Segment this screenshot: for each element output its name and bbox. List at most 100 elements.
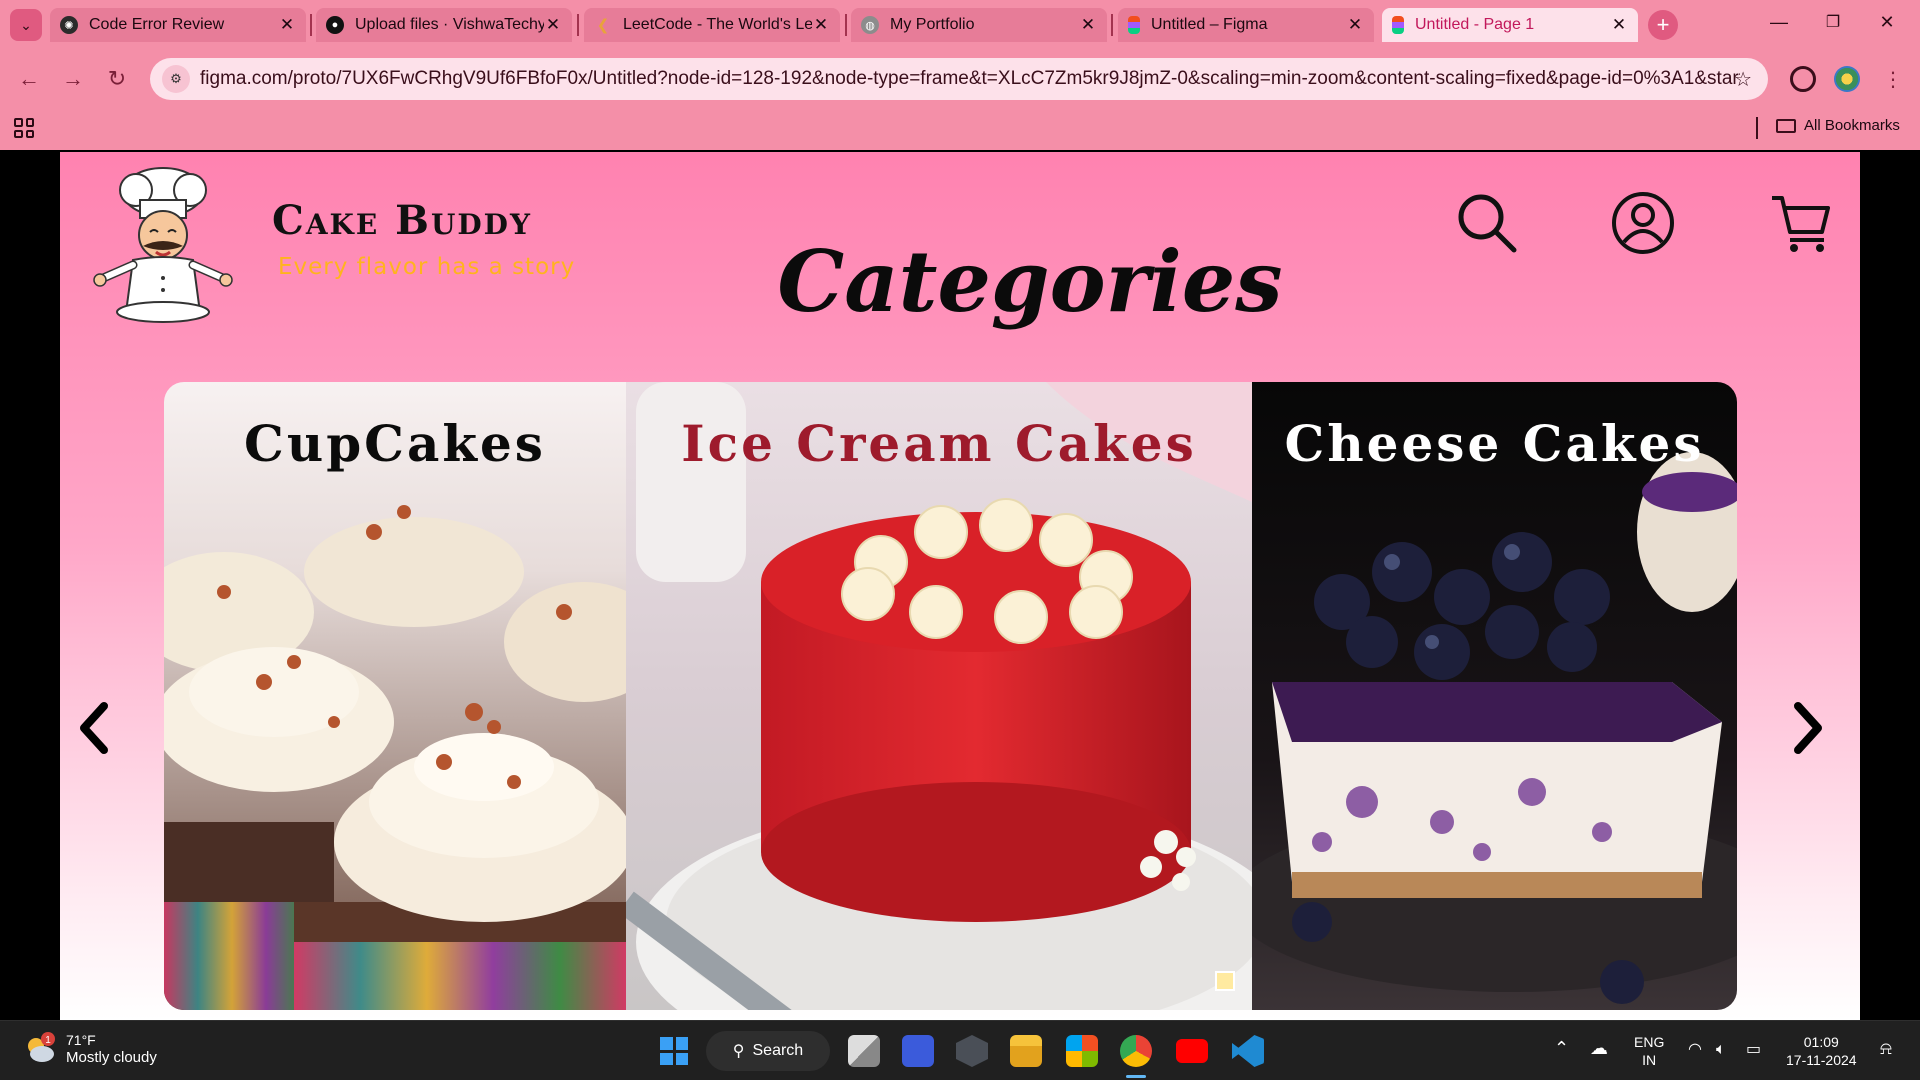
active-app-indicator [1126, 1075, 1146, 1078]
cheesecake-image [1252, 382, 1737, 1010]
tab-title: Untitled - Page 1 [1415, 16, 1535, 33]
carousel-prev-arrow-icon[interactable] [74, 700, 114, 756]
arrow-right-icon: → [62, 66, 84, 91]
user-icon[interactable] [1610, 190, 1676, 256]
tab-title: LeetCode - The World's Le [623, 16, 812, 33]
ice-cream-cake-image [626, 382, 1252, 1010]
weather-description: Mostly cloudy [66, 1049, 157, 1066]
close-icon[interactable]: ✕ [1610, 15, 1628, 35]
language-indicator[interactable]: ENG IN [1634, 1033, 1664, 1069]
github-icon: ● [326, 16, 344, 34]
category-card-cupcakes[interactable]: CupCakes [164, 382, 626, 1010]
brand-tagline: Every flavor has a story [278, 254, 576, 280]
region-code: IN [1642, 1052, 1657, 1068]
close-icon[interactable]: ✕ [1079, 15, 1097, 35]
carousel-next-arrow-icon[interactable] [1788, 700, 1828, 756]
taskbar-search-label: Search [752, 1042, 804, 1059]
tab-upload-files[interactable]: ● Upload files · VishwaTechy/ ✕ [316, 8, 572, 42]
category-card-cheese-cakes[interactable]: Cheese Cakes [1252, 382, 1737, 1010]
bookmarks-bar: All Bookmarks [0, 108, 1920, 150]
new-tab-button[interactable]: + [1648, 10, 1678, 40]
tab-untitled-page-1[interactable]: Untitled - Page 1 ✕ [1382, 8, 1638, 42]
copilot-app-icon[interactable] [902, 1035, 934, 1067]
category-label: Ice Cream Cakes [681, 414, 1197, 473]
category-carousel: CupCakes Ice Cream Cakes Cheese Cakes [164, 382, 1737, 1010]
browser-menu-button[interactable]: ⋮ [1878, 64, 1908, 94]
all-bookmarks-label: All Bookmarks [1804, 117, 1900, 134]
forward-button[interactable]: → [58, 64, 88, 94]
tab-search-button[interactable]: ⌄ [10, 9, 42, 41]
volume-icon[interactable]: 🔈︎ [1716, 1041, 1726, 1059]
category-label: Cheese Cakes [1284, 414, 1705, 473]
back-button[interactable]: ← [14, 64, 44, 94]
minimize-button[interactable]: — [1764, 12, 1794, 33]
clock[interactable]: 01:09 17-11-2024 [1786, 1033, 1857, 1069]
wifi-icon[interactable]: ◠ [1688, 1041, 1702, 1059]
clock-time: 01:09 [1803, 1034, 1839, 1050]
tab-leetcode[interactable]: ❮ LeetCode - The World's Le ✕ [584, 8, 840, 42]
figma-icon [1392, 16, 1404, 34]
taskbar: 1 71°F Mostly cloudy ⚲ Search ⌃ ☁ ENG IN… [0, 1020, 1920, 1080]
prototype-frame: Cake Buddy Every flavor has a story Cate… [60, 152, 1860, 1020]
windows-start-icon[interactable] [658, 1035, 690, 1067]
battery-icon[interactable]: ▭ [1746, 1041, 1761, 1059]
chevron-down-icon: ⌄ [20, 16, 32, 33]
kebab-menu-icon: ⋮ [1883, 68, 1903, 91]
tab-figma[interactable]: Untitled – Figma ✕ [1118, 8, 1374, 42]
close-icon[interactable]: ✕ [1346, 15, 1364, 35]
onedrive-cloud-icon[interactable]: ☁ [1590, 1039, 1608, 1057]
close-icon[interactable]: ✕ [544, 15, 562, 35]
language-code: ENG [1634, 1034, 1665, 1050]
microsoft-store-icon[interactable] [1066, 1035, 1098, 1067]
cart-icon[interactable] [1768, 190, 1834, 256]
search-icon[interactable] [1454, 190, 1520, 256]
extension-icon[interactable] [1790, 66, 1816, 92]
cloudy-weather-icon: 1 [28, 1032, 55, 1062]
tab-code-error-review[interactable]: ✺ Code Error Review ✕ [50, 8, 306, 42]
youtube-icon[interactable] [1176, 1039, 1208, 1063]
notifications-bell-icon[interactable]: ⍾ [1880, 1039, 1892, 1057]
restore-button[interactable]: ❐ [1818, 12, 1848, 32]
profile-avatar[interactable] [1834, 66, 1860, 92]
weather-widget[interactable]: 1 71°F Mostly cloudy [22, 1031, 157, 1067]
tab-title: Upload files · VishwaTechy/ [355, 16, 544, 33]
bookmarks-divider [1756, 117, 1758, 139]
reload-button[interactable]: ↻ [102, 64, 132, 94]
chevron-up-icon[interactable]: ⌃ [1554, 1039, 1569, 1057]
search-icon: ⚲ [732, 1043, 745, 1060]
apps-grid-icon[interactable] [14, 118, 34, 138]
bookmark-star-icon[interactable]: ☆ [1734, 67, 1752, 92]
browser-toolbar: ← → ↻ ⚙ figma.com/proto/7UX6FwCRhgV9Uf6F… [0, 50, 1920, 108]
chef-mascot-logo [93, 167, 233, 323]
file-explorer-icon[interactable] [1010, 1035, 1042, 1067]
tab-title: Untitled – Figma [1151, 16, 1268, 33]
tab-strip: ⌄ ✺ Code Error Review ✕ ● Upload files ·… [0, 0, 1920, 50]
close-icon[interactable]: ✕ [812, 15, 830, 35]
leetcode-icon: ❮ [596, 17, 610, 34]
site-info-icon[interactable]: ⚙ [162, 65, 190, 93]
tab-divider [577, 14, 579, 36]
chrome-icon[interactable] [1120, 1035, 1152, 1067]
page-title: Categories [777, 232, 1283, 331]
url-text: figma.com/proto/7UX6FwCRhgV9Uf6FBfoF0x/U… [200, 68, 1740, 89]
all-bookmarks-button[interactable]: All Bookmarks [1776, 117, 1900, 134]
tab-title: Code Error Review [89, 16, 225, 33]
tab-divider [1111, 14, 1113, 36]
tab-title: My Portfolio [890, 16, 975, 33]
dev-app-icon[interactable] [956, 1035, 988, 1067]
weather-temperature: 71°F [66, 1032, 96, 1048]
close-icon[interactable]: ✕ [278, 15, 296, 35]
reload-icon: ↻ [107, 66, 127, 91]
tab-my-portfolio[interactable]: ◍ My Portfolio ✕ [851, 8, 1107, 42]
taskbar-search-button[interactable]: ⚲ Search [706, 1031, 830, 1071]
close-window-button[interactable]: ✕ [1872, 12, 1902, 33]
vscode-icon[interactable] [1232, 1035, 1264, 1067]
clock-date: 17-11-2024 [1786, 1052, 1857, 1068]
cupcakes-image [164, 382, 626, 1010]
task-view-icon[interactable] [848, 1035, 880, 1067]
category-card-ice-cream-cakes[interactable]: Ice Cream Cakes [626, 382, 1252, 1010]
weather-badge: 1 [45, 1035, 51, 1046]
chatgpt-icon: ✺ [60, 16, 78, 34]
address-bar[interactable]: ⚙ figma.com/proto/7UX6FwCRhgV9Uf6FBfoF0x… [150, 58, 1768, 100]
tab-divider [310, 14, 312, 36]
